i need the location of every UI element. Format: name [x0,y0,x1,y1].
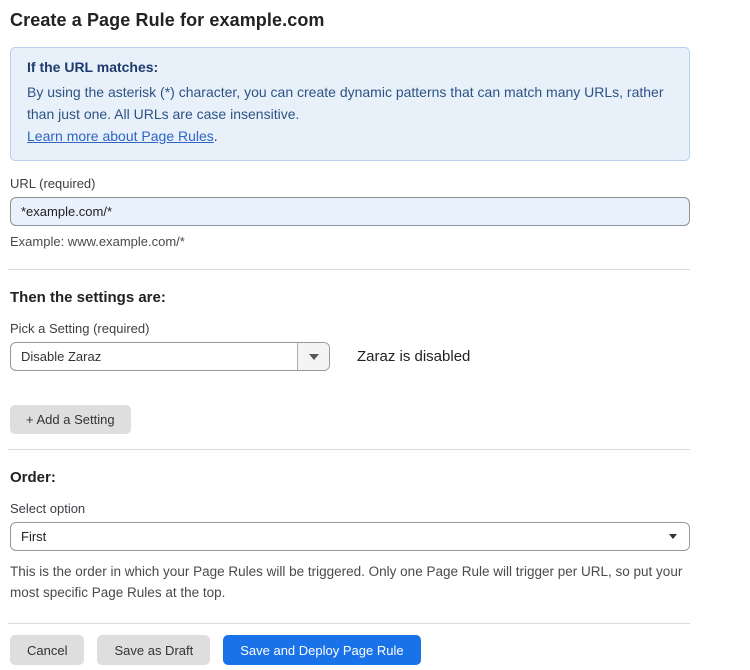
setting-dropdown-arrow-button[interactable] [297,343,329,370]
save-as-draft-button[interactable]: Save as Draft [97,635,210,665]
url-example-text: Example: www.example.com/* [10,234,690,249]
link-suffix: . [214,128,218,144]
info-box-link-line: Learn more about Page Rules. [27,125,673,147]
info-box-heading: If the URL matches: [27,59,673,75]
save-and-deploy-button[interactable]: Save and Deploy Page Rule [223,635,420,665]
order-select-value: First [21,529,46,544]
footer-divider [8,623,690,624]
learn-more-link[interactable]: Learn more about Page Rules [27,128,214,144]
url-input[interactable]: *example.com/* [10,197,690,226]
add-setting-button[interactable]: + Add a Setting [10,405,131,434]
url-match-info-box: If the URL matches: By using the asteris… [10,47,690,161]
section-divider [8,449,690,450]
cancel-button[interactable]: Cancel [10,635,84,665]
order-select-label: Select option [10,501,690,516]
url-input-value: *example.com/* [21,204,112,219]
order-help-text: This is the order in which your Page Rul… [10,561,690,603]
page-title: Create a Page Rule for example.com [10,10,690,31]
footer-actions: Cancel Save as Draft Save and Deploy Pag… [10,635,690,665]
setting-status-text: Zaraz is disabled [357,348,470,365]
pick-setting-label: Pick a Setting (required) [10,321,690,336]
setting-dropdown[interactable]: Disable Zaraz [10,342,330,371]
chevron-down-icon [309,354,319,360]
order-select[interactable]: First [10,522,690,551]
page-rule-form: Create a Page Rule for example.com If th… [0,0,690,665]
setting-row: Disable Zaraz Zaraz is disabled [10,342,690,371]
order-section-heading: Order: [10,469,690,486]
info-box-body: By using the asterisk (*) character, you… [27,81,667,125]
settings-section-heading: Then the settings are: [10,289,690,306]
section-divider [8,269,690,270]
chevron-down-icon [669,534,677,539]
url-field-label: URL (required) [10,176,690,191]
setting-dropdown-value: Disable Zaraz [11,343,297,370]
